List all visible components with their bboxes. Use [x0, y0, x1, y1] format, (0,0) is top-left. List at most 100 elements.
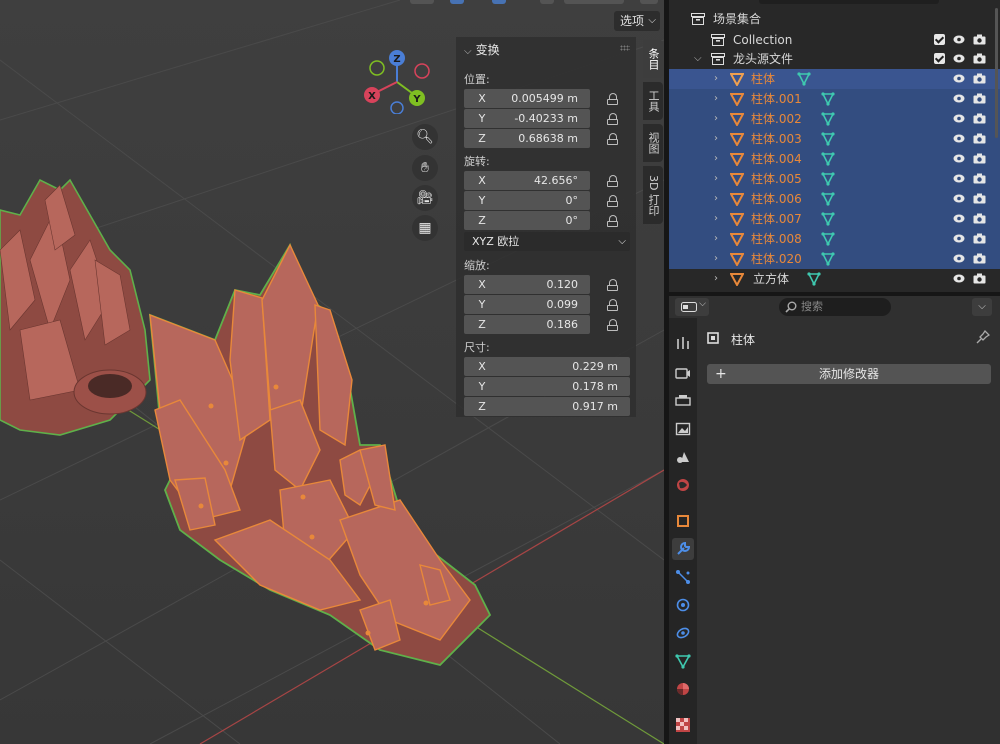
- outliner-row-object[interactable]: › 柱体: [669, 69, 1000, 89]
- lock-icon[interactable]: [606, 133, 620, 145]
- neg-y-axis-handle[interactable]: [369, 60, 385, 76]
- outliner-row-object[interactable]: › 柱体.003: [669, 129, 1000, 149]
- mesh-data-icon[interactable]: [821, 252, 835, 266]
- navigation-gizmo[interactable]: Z Y X: [358, 48, 438, 114]
- location-x-field[interactable]: X 0.005499 m: [464, 89, 590, 108]
- mesh-data-icon[interactable]: [807, 272, 821, 286]
- rotation-z-field[interactable]: Z 0°: [464, 211, 590, 230]
- scale-x-field[interactable]: X 0.120: [464, 275, 590, 294]
- chevron-down-icon[interactable]: ⌵: [972, 298, 992, 316]
- camera-render-icon[interactable]: [973, 153, 986, 164]
- outliner-row-object[interactable]: › 柱体.004: [669, 149, 1000, 169]
- tab-constraints[interactable]: [672, 622, 694, 644]
- eye-icon[interactable]: [953, 35, 965, 44]
- camera-render-icon[interactable]: [973, 53, 986, 64]
- outliner-row-object[interactable]: › 柱体.007: [669, 209, 1000, 229]
- pan-hand-icon[interactable]: ✋︎: [412, 155, 438, 181]
- dimensions-x-field[interactable]: X 0.229 m: [464, 357, 630, 376]
- outliner-scrollbar[interactable]: [995, 8, 998, 138]
- camera-render-icon[interactable]: [973, 73, 986, 84]
- tab-view[interactable]: 视图: [643, 124, 663, 162]
- tab-world[interactable]: [672, 474, 694, 496]
- dimensions-y-field[interactable]: Y 0.178 m: [464, 377, 630, 396]
- dimensions-z-field[interactable]: Z 0.917 m: [464, 397, 630, 416]
- options-dropdown[interactable]: 选项 ⌵: [614, 11, 660, 31]
- neg-z-axis-handle[interactable]: [390, 101, 404, 114]
- zoom-icon[interactable]: 🔍︎: [412, 124, 438, 150]
- tab-material[interactable]: [672, 678, 694, 700]
- editor-type-dropdown[interactable]: ⌵: [675, 298, 709, 316]
- eye-icon[interactable]: [953, 214, 965, 223]
- camera-render-icon[interactable]: [973, 193, 986, 204]
- tab-data[interactable]: [672, 650, 694, 672]
- neg-x-axis-handle[interactable]: [414, 63, 430, 79]
- lock-icon[interactable]: [606, 319, 620, 331]
- eye-icon[interactable]: [953, 174, 965, 183]
- outliner-row-object[interactable]: › 柱体.020: [669, 249, 1000, 269]
- camera-render-icon[interactable]: [973, 173, 986, 184]
- mesh-data-icon[interactable]: [821, 232, 835, 246]
- outliner[interactable]: 场景集合 Collection ⌵ 龙头源文件 › 柱体 › 柱体.001 › …: [669, 0, 1000, 292]
- eye-icon[interactable]: [953, 154, 965, 163]
- outliner-row-object[interactable]: › 柱体.008: [669, 229, 1000, 249]
- location-z-field[interactable]: Z 0.68638 m: [464, 129, 590, 148]
- rotation-x-field[interactable]: X 42.656°: [464, 171, 590, 190]
- chevron-right-icon[interactable]: ›: [714, 269, 718, 289]
- include-checkbox[interactable]: [934, 53, 945, 64]
- camera-render-icon[interactable]: [973, 273, 986, 284]
- chevron-right-icon[interactable]: ›: [714, 249, 718, 269]
- 3d-viewport[interactable]: 选项 ⌵ Z Y X 🔍︎ ✋︎ 🎥︎ ▦ ⌵ 变换 位置: X 0.005499 m…: [0, 0, 664, 744]
- chevron-right-icon[interactable]: ›: [714, 129, 718, 149]
- eye-icon[interactable]: [953, 254, 965, 263]
- eye-icon[interactable]: [953, 74, 965, 83]
- eye-icon[interactable]: [953, 94, 965, 103]
- chevron-right-icon[interactable]: ›: [714, 149, 718, 169]
- mesh-data-icon[interactable]: [821, 172, 835, 186]
- camera-render-icon[interactable]: [973, 233, 986, 244]
- camera-render-icon[interactable]: [973, 93, 986, 104]
- camera-render-icon[interactable]: [973, 253, 986, 264]
- chevron-right-icon[interactable]: ›: [714, 89, 718, 109]
- properties-search-input[interactable]: 搜索: [779, 298, 891, 316]
- chevron-right-icon[interactable]: ›: [714, 169, 718, 189]
- tab-modifiers[interactable]: [672, 538, 694, 560]
- chevron-right-icon[interactable]: ›: [714, 189, 718, 209]
- outliner-row-object[interactable]: › 柱体.002: [669, 109, 1000, 129]
- mesh-data-icon[interactable]: [821, 112, 835, 126]
- lock-icon[interactable]: [606, 175, 620, 187]
- chevron-right-icon[interactable]: ›: [714, 229, 718, 249]
- tab-tool[interactable]: 工具: [643, 82, 663, 120]
- scale-z-field[interactable]: Z 0.186: [464, 315, 590, 334]
- chevron-right-icon[interactable]: ›: [714, 69, 718, 89]
- eye-icon[interactable]: [953, 54, 965, 63]
- eye-icon[interactable]: [953, 274, 965, 283]
- eye-icon[interactable]: [953, 234, 965, 243]
- rotation-mode-dropdown[interactable]: XYZ 欧拉 ⌵: [464, 232, 630, 251]
- eye-icon[interactable]: [953, 114, 965, 123]
- drag-grip-icon[interactable]: [620, 45, 630, 51]
- outliner-row-object[interactable]: › 柱体.006: [669, 189, 1000, 209]
- add-modifier-button[interactable]: + 添加修改器: [707, 364, 991, 384]
- rotation-y-field[interactable]: Y 0°: [464, 191, 590, 210]
- lock-icon[interactable]: [606, 195, 620, 207]
- tab-physics[interactable]: [672, 594, 694, 616]
- shading-options[interactable]: [640, 0, 658, 4]
- camera-render-icon[interactable]: [973, 113, 986, 124]
- lock-icon[interactable]: [606, 215, 620, 227]
- eye-icon[interactable]: [953, 194, 965, 203]
- include-checkbox[interactable]: [934, 34, 945, 45]
- lock-icon[interactable]: [606, 93, 620, 105]
- tab-3d-print[interactable]: 3D 打印: [643, 166, 663, 224]
- mesh-data-icon[interactable]: [821, 212, 835, 226]
- proportional-edit-toggle[interactable]: [492, 0, 506, 4]
- scale-y-field[interactable]: Y 0.099: [464, 295, 590, 314]
- outliner-filter-field[interactable]: [759, 0, 939, 4]
- outliner-row-group[interactable]: ⌵ 龙头源文件: [669, 49, 1000, 69]
- outliner-row-object[interactable]: › 柱体.001: [669, 89, 1000, 109]
- camera-view-icon[interactable]: 🎥︎: [412, 185, 438, 211]
- camera-render-icon[interactable]: [973, 213, 986, 224]
- mesh-data-icon[interactable]: [797, 72, 811, 86]
- chevron-right-icon[interactable]: ›: [714, 109, 718, 129]
- location-y-field[interactable]: Y -0.40233 m: [464, 109, 590, 128]
- tab-particles[interactable]: [672, 566, 694, 588]
